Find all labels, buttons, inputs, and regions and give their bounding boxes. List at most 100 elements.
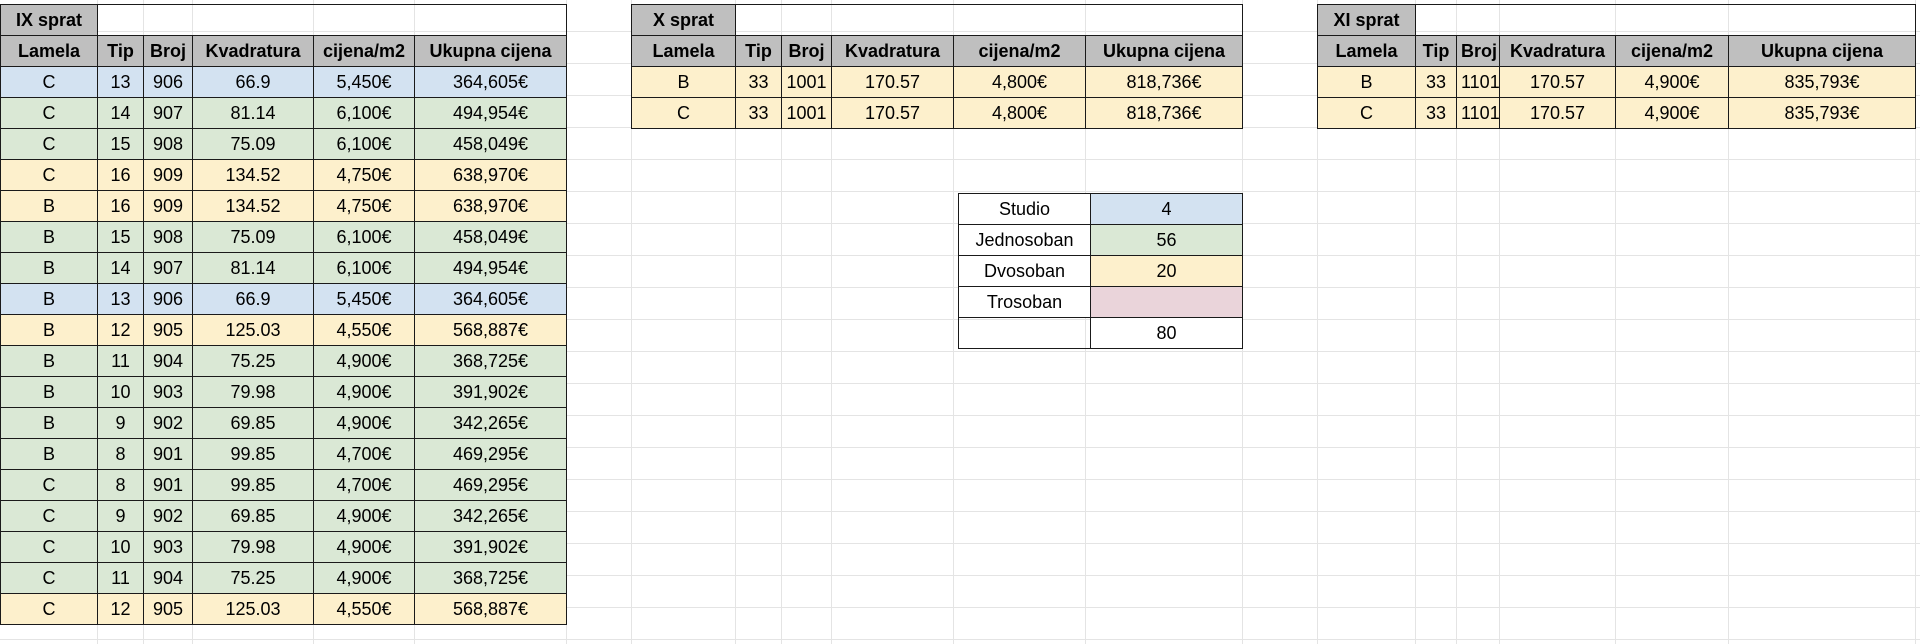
cell-cijena-m2[interactable]: 4,900€ bbox=[313, 500, 415, 532]
cell-tip[interactable]: 14 bbox=[97, 252, 144, 284]
cell-lamela[interactable]: B bbox=[0, 190, 98, 222]
cell-kvadratura[interactable]: 69.85 bbox=[192, 500, 314, 532]
cell-ukupna-cijena[interactable]: 818,736€ bbox=[1084, 97, 1244, 129]
summary-label[interactable]: Studio bbox=[958, 193, 1091, 225]
cell-broj[interactable]: 1101 bbox=[1456, 97, 1500, 129]
cell-cijena-m2[interactable]: 4,900€ bbox=[313, 345, 415, 377]
cell-ukupna-cijena[interactable]: 568,887€ bbox=[413, 593, 568, 625]
cell-kvadratura[interactable]: 79.98 bbox=[192, 531, 314, 563]
cell-cijena-m2[interactable]: 6,100€ bbox=[313, 252, 415, 284]
cell-broj[interactable]: 905 bbox=[143, 314, 193, 346]
cell-tip[interactable]: 11 bbox=[97, 562, 144, 594]
cell-cijena-m2[interactable]: 4,750€ bbox=[313, 190, 415, 222]
cell-tip[interactable]: 33 bbox=[735, 97, 782, 129]
cell-cijena-m2[interactable]: 4,800€ bbox=[953, 66, 1086, 98]
cell-cijena-m2[interactable]: 4,900€ bbox=[313, 376, 415, 408]
summary-label[interactable]: Trosoban bbox=[958, 286, 1091, 318]
cell-tip[interactable]: 12 bbox=[97, 593, 144, 625]
cell-lamela[interactable]: B bbox=[631, 66, 736, 98]
cell-kvadratura[interactable]: 170.57 bbox=[1499, 66, 1616, 98]
cell-tip[interactable]: 9 bbox=[97, 500, 144, 532]
header-cijena-m2[interactable]: cijena/m2 bbox=[1615, 35, 1729, 67]
cell-kvadratura[interactable]: 66.9 bbox=[192, 66, 314, 98]
cell-broj[interactable]: 1001 bbox=[781, 66, 832, 98]
cell-lamela[interactable]: B bbox=[0, 345, 98, 377]
cell-kvadratura[interactable]: 134.52 bbox=[192, 159, 314, 191]
cell-broj[interactable]: 902 bbox=[143, 500, 193, 532]
cell-lamela[interactable]: C bbox=[0, 128, 98, 160]
cell-tip[interactable]: 8 bbox=[97, 469, 144, 501]
cell-ukupna-cijena[interactable]: 568,887€ bbox=[413, 314, 568, 346]
header-broj[interactable]: Broj bbox=[1456, 35, 1500, 67]
header-kvadratura[interactable]: Kvadratura bbox=[831, 35, 954, 67]
cell-cijena-m2[interactable]: 6,100€ bbox=[313, 97, 415, 129]
summary-label[interactable]: Jednosoban bbox=[958, 224, 1091, 256]
summary-total-value[interactable]: 80 bbox=[1090, 317, 1243, 349]
cell-ukupna-cijena[interactable]: 638,970€ bbox=[413, 159, 568, 191]
cell-tip[interactable]: 16 bbox=[97, 190, 144, 222]
cell-kvadratura[interactable]: 75.25 bbox=[192, 562, 314, 594]
cell-ukupna-cijena[interactable]: 458,049€ bbox=[413, 221, 568, 253]
cell-cijena-m2[interactable]: 4,900€ bbox=[313, 531, 415, 563]
cell-lamela[interactable]: B bbox=[0, 283, 98, 315]
header-ukupna-cijena[interactable]: Ukupna cijena bbox=[1084, 35, 1244, 67]
cell-broj[interactable]: 908 bbox=[143, 221, 193, 253]
cell-tip[interactable]: 16 bbox=[97, 159, 144, 191]
cell-cijena-m2[interactable]: 4,800€ bbox=[953, 97, 1086, 129]
cell-kvadratura[interactable]: 75.09 bbox=[192, 221, 314, 253]
cell-kvadratura[interactable]: 81.14 bbox=[192, 252, 314, 284]
floor-9-title[interactable]: IX sprat bbox=[0, 4, 98, 36]
cell-lamela[interactable]: B bbox=[0, 438, 98, 470]
cell-cijena-m2[interactable]: 4,550€ bbox=[313, 593, 415, 625]
cell-cijena-m2[interactable]: 4,900€ bbox=[313, 407, 415, 439]
cell-lamela[interactable]: C bbox=[0, 593, 98, 625]
cell-lamela[interactable]: C bbox=[0, 469, 98, 501]
cell-tip[interactable]: 15 bbox=[97, 221, 144, 253]
summary-value[interactable]: 56 bbox=[1090, 224, 1243, 256]
cell-lamela[interactable]: C bbox=[0, 562, 98, 594]
floor-11-title[interactable]: XI sprat bbox=[1317, 4, 1416, 36]
cell-lamela[interactable]: B bbox=[0, 252, 98, 284]
cell-broj[interactable]: 907 bbox=[143, 252, 193, 284]
cell-broj[interactable]: 904 bbox=[143, 345, 193, 377]
cell-tip[interactable]: 13 bbox=[97, 66, 144, 98]
cell-kvadratura[interactable]: 125.03 bbox=[192, 314, 314, 346]
cell-tip[interactable]: 33 bbox=[1415, 66, 1457, 98]
header-kvadratura[interactable]: Kvadratura bbox=[192, 35, 314, 67]
header-lamela[interactable]: Lamela bbox=[1317, 35, 1416, 67]
header-cijena-m2[interactable]: cijena/m2 bbox=[313, 35, 415, 67]
cell-tip[interactable]: 12 bbox=[97, 314, 144, 346]
header-kvadratura[interactable]: Kvadratura bbox=[1499, 35, 1616, 67]
cell-broj[interactable]: 905 bbox=[143, 593, 193, 625]
cell-ukupna-cijena[interactable]: 458,049€ bbox=[413, 128, 568, 160]
cell-broj[interactable]: 904 bbox=[143, 562, 193, 594]
cell-tip[interactable]: 13 bbox=[97, 283, 144, 315]
cell-broj[interactable]: 901 bbox=[143, 438, 193, 470]
cell-cijena-m2[interactable]: 4,700€ bbox=[313, 438, 415, 470]
cell-tip[interactable]: 33 bbox=[735, 66, 782, 98]
cell-broj[interactable]: 903 bbox=[143, 376, 193, 408]
cell-kvadratura[interactable]: 99.85 bbox=[192, 469, 314, 501]
cell-lamela[interactable]: C bbox=[0, 500, 98, 532]
cell-ukupna-cijena[interactable]: 835,793€ bbox=[1727, 66, 1917, 98]
cell-cijena-m2[interactable]: 4,700€ bbox=[313, 469, 415, 501]
cell-ukupna-cijena[interactable]: 364,605€ bbox=[413, 66, 568, 98]
cell-tip[interactable]: 9 bbox=[97, 407, 144, 439]
cell-kvadratura[interactable]: 170.57 bbox=[831, 66, 954, 98]
cell-lamela[interactable]: C bbox=[0, 97, 98, 129]
cell-tip[interactable]: 15 bbox=[97, 128, 144, 160]
cell-ukupna-cijena[interactable]: 342,265€ bbox=[413, 407, 568, 439]
cell-broj[interactable]: 909 bbox=[143, 190, 193, 222]
summary-label[interactable]: Dvosoban bbox=[958, 255, 1091, 287]
cell-lamela[interactable]: C bbox=[631, 97, 736, 129]
cell-broj[interactable]: 1101 bbox=[1456, 66, 1500, 98]
cell-cijena-m2[interactable]: 4,750€ bbox=[313, 159, 415, 191]
cell-kvadratura[interactable]: 125.03 bbox=[192, 593, 314, 625]
summary-value[interactable] bbox=[1090, 286, 1243, 318]
cell-ukupna-cijena[interactable]: 368,725€ bbox=[413, 345, 568, 377]
cell-broj[interactable]: 906 bbox=[143, 283, 193, 315]
cell-tip[interactable]: 8 bbox=[97, 438, 144, 470]
cell-broj[interactable]: 902 bbox=[143, 407, 193, 439]
cell-broj[interactable]: 909 bbox=[143, 159, 193, 191]
cell-lamela[interactable]: B bbox=[0, 314, 98, 346]
